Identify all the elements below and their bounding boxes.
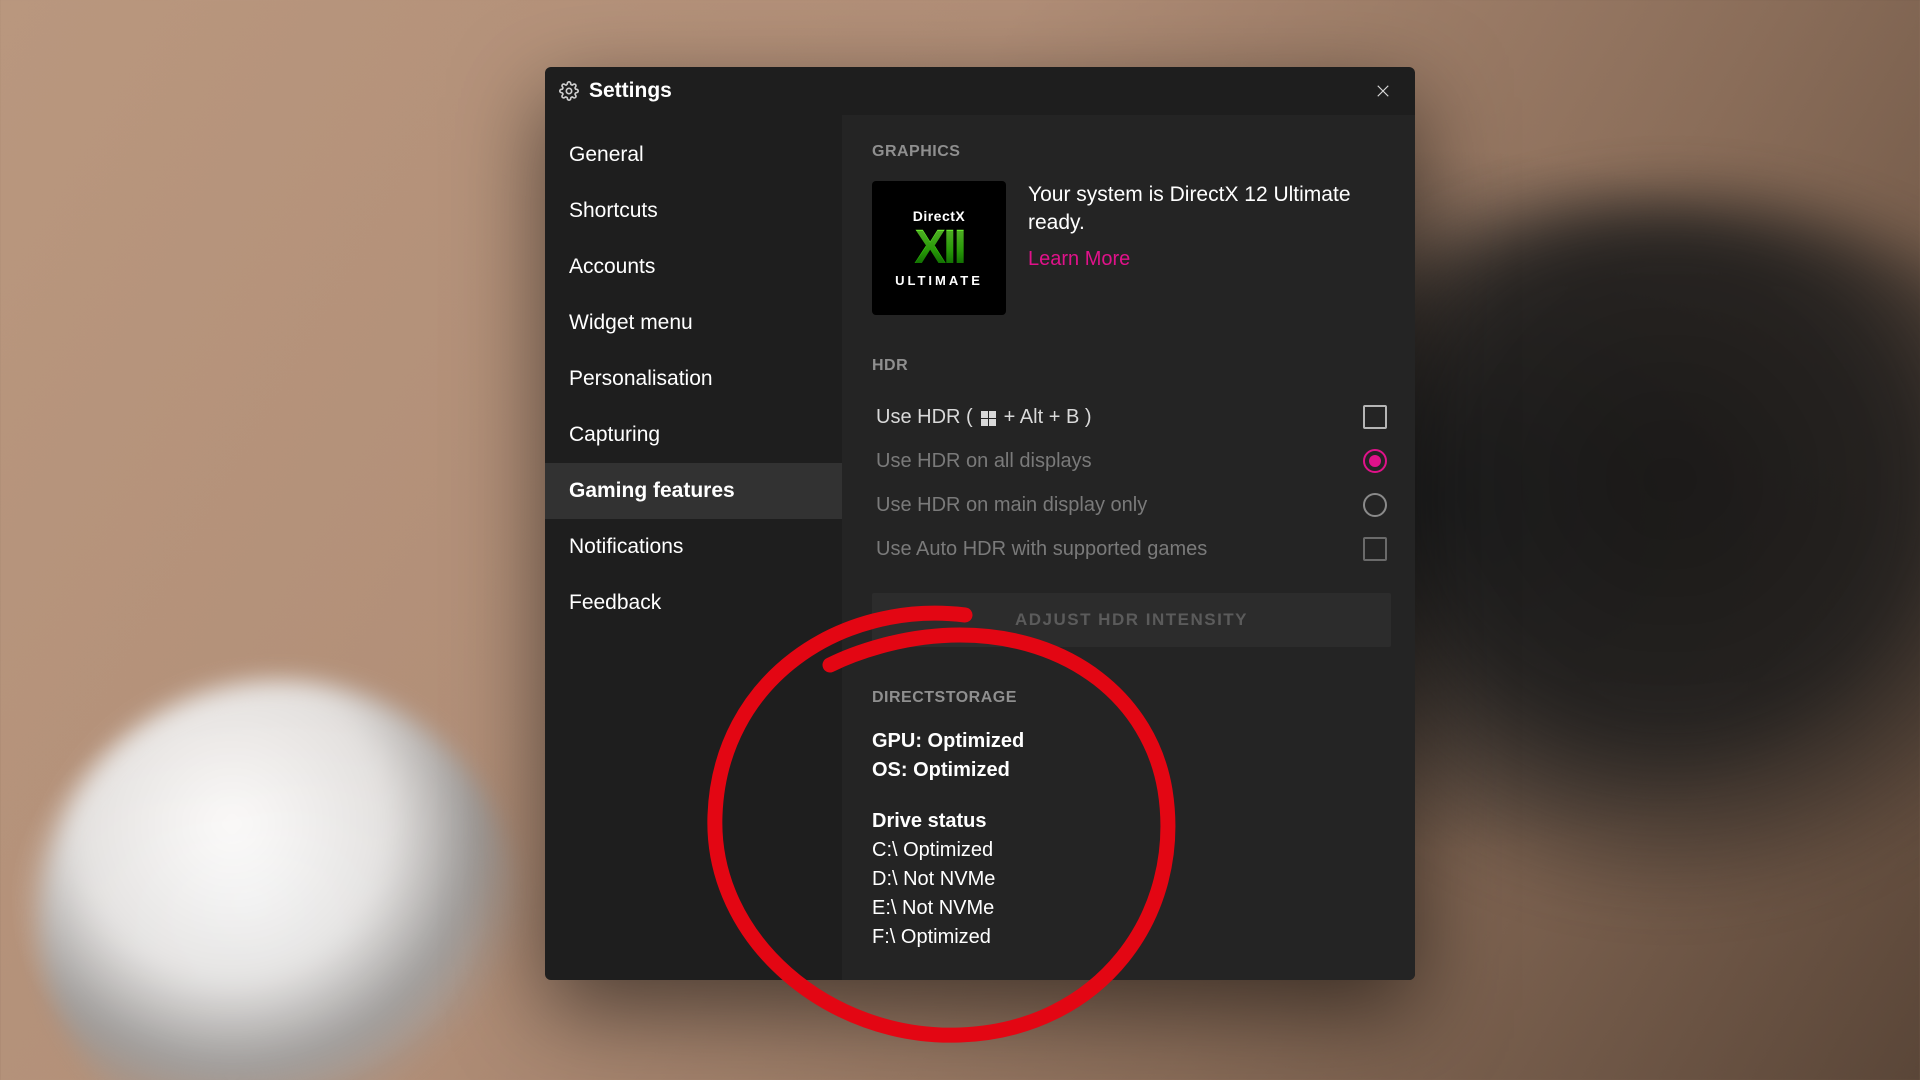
directx-badge-bot: ULTIMATE (895, 273, 983, 288)
ds-gpu: GPU: Optimized (872, 727, 1391, 756)
section-directstorage: DIRECTSTORAGE (872, 689, 1391, 707)
ds-os: OS: Optimized (872, 756, 1391, 785)
sidebar-item-shortcuts[interactable]: Shortcuts (545, 183, 842, 239)
hdr-all-radio[interactable] (1363, 449, 1387, 473)
section-graphics: GRAPHICS (872, 143, 1391, 161)
ds-drive-row: D:\ Not NVMe (872, 865, 1391, 894)
sidebar-item-general[interactable]: General (545, 127, 842, 183)
use-hdr-label: Use HDR ( + Alt + B ) (876, 406, 1092, 429)
sidebar-item-accounts[interactable]: Accounts (545, 239, 842, 295)
learn-more-link[interactable]: Learn More (1028, 248, 1130, 271)
sidebar-item-gaming-features[interactable]: Gaming features (545, 463, 842, 519)
directx-badge-xii: XII (914, 226, 964, 269)
ds-drive-row: C:\ Optimized (872, 836, 1391, 865)
ds-drive-list: C:\ OptimizedD:\ Not NVMeE:\ Not NVMeF:\… (872, 836, 1391, 952)
hdr-main-radio[interactable] (1363, 493, 1387, 517)
sidebar-item-notifications[interactable]: Notifications (545, 519, 842, 575)
window-title: Settings (589, 79, 672, 103)
titlebar: Settings (545, 67, 1415, 115)
content-pane: GRAPHICS DirectX XII ULTIMATE Your syste… (842, 115, 1415, 980)
section-hdr: HDR (872, 357, 1391, 375)
directx-badge: DirectX XII ULTIMATE (872, 181, 1006, 315)
windows-key-icon (981, 411, 996, 426)
sidebar-item-capturing[interactable]: Capturing (545, 407, 842, 463)
sidebar: GeneralShortcutsAccountsWidget menuPerso… (545, 115, 842, 980)
ds-drive-row: F:\ Optimized (872, 923, 1391, 952)
use-hdr-checkbox[interactable] (1363, 405, 1387, 429)
adjust-hdr-button[interactable]: ADJUST HDR INTENSITY (872, 593, 1391, 647)
settings-dialog: Settings GeneralShortcutsAccountsWidget … (545, 67, 1415, 980)
sidebar-item-widget-menu[interactable]: Widget menu (545, 295, 842, 351)
close-button[interactable] (1365, 73, 1401, 109)
ds-drive-heading: Drive status (872, 807, 1391, 836)
hdr-main-label: Use HDR on main display only (876, 494, 1147, 517)
gear-icon (559, 81, 579, 101)
hdr-auto-label: Use Auto HDR with supported games (876, 538, 1207, 561)
sidebar-item-personalisation[interactable]: Personalisation (545, 351, 842, 407)
directx-status: Your system is DirectX 12 Ultimate ready… (1028, 181, 1391, 238)
hdr-auto-checkbox[interactable] (1363, 537, 1387, 561)
ds-drive-row: E:\ Not NVMe (872, 894, 1391, 923)
hdr-all-label: Use HDR on all displays (876, 450, 1092, 473)
sidebar-item-feedback[interactable]: Feedback (545, 575, 842, 631)
